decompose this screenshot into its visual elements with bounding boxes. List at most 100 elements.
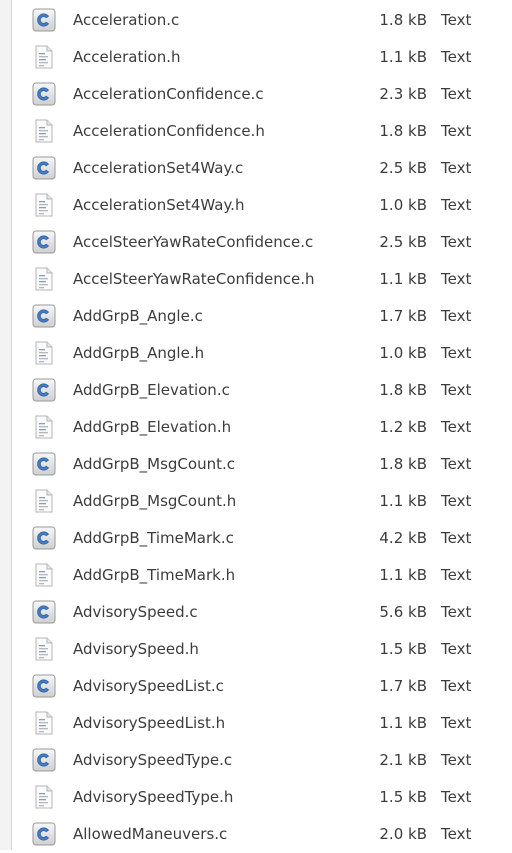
file-size: 2.3 kB xyxy=(379,85,427,103)
c-header-file-icon xyxy=(32,711,56,735)
file-row[interactable]: AccelerationConfidence.c 2.3 kB Text xyxy=(12,76,512,113)
file-name: AddGrpB_TimeMark.h xyxy=(73,566,236,584)
file-type: Text xyxy=(441,677,472,695)
c-source-file-icon xyxy=(32,526,56,550)
file-row[interactable]: AdvisorySpeedType.c 2.1 kB Text xyxy=(12,742,512,779)
file-size: 1.8 kB xyxy=(379,455,427,473)
file-size: 1.1 kB xyxy=(379,492,427,510)
file-row[interactable]: AddGrpB_MsgCount.h 1.1 kB Text xyxy=(12,483,512,520)
sidebar-edge xyxy=(0,0,11,850)
file-row[interactable]: Acceleration.c 1.8 kB Text xyxy=(12,2,512,39)
file-name: AdvisorySpeed.c xyxy=(73,603,198,621)
file-row[interactable]: AddGrpB_TimeMark.c 4.2 kB Text xyxy=(12,520,512,557)
file-type: Text xyxy=(441,751,472,769)
file-name: AdvisorySpeedType.c xyxy=(73,751,233,769)
file-row[interactable]: AddGrpB_TimeMark.h 1.1 kB Text xyxy=(12,557,512,594)
file-name: AdvisorySpeedList.c xyxy=(73,677,224,695)
file-row[interactable]: Acceleration.h 1.1 kB Text xyxy=(12,39,512,76)
file-row[interactable]: AdvisorySpeedType.h 1.5 kB Text xyxy=(12,779,512,816)
file-name: AdvisorySpeedType.h xyxy=(73,788,234,806)
file-type: Text xyxy=(441,48,472,66)
c-header-file-icon xyxy=(32,341,56,365)
file-name: AccelSteerYawRateConfidence.c xyxy=(73,233,314,251)
file-name: AccelerationConfidence.c xyxy=(73,85,264,103)
file-type: Text xyxy=(441,11,472,29)
c-source-file-icon xyxy=(32,452,56,476)
file-row[interactable]: AllowedManeuvers.c 2.0 kB Text xyxy=(12,816,512,853)
file-size: 1.0 kB xyxy=(379,344,427,362)
c-header-file-icon xyxy=(32,785,56,809)
file-type: Text xyxy=(441,307,472,325)
file-row[interactable]: AccelerationSet4Way.h 1.0 kB Text xyxy=(12,187,512,224)
file-row[interactable]: AdvisorySpeedList.c 1.7 kB Text xyxy=(12,668,512,705)
c-header-file-icon xyxy=(32,193,56,217)
file-type: Text xyxy=(441,196,472,214)
c-source-file-icon xyxy=(32,674,56,698)
file-row[interactable]: AddGrpB_Elevation.h 1.2 kB Text xyxy=(12,409,512,446)
file-name: AddGrpB_Angle.h xyxy=(73,344,205,362)
file-row[interactable]: AccelSteerYawRateConfidence.c 2.5 kB Text xyxy=(12,224,512,261)
file-name: AdvisorySpeed.h xyxy=(73,640,199,658)
file-size: 1.5 kB xyxy=(379,788,427,806)
file-size: 1.0 kB xyxy=(379,196,427,214)
file-name: AddGrpB_MsgCount.h xyxy=(73,492,237,510)
file-type: Text xyxy=(441,233,472,251)
file-name: AccelerationSet4Way.h xyxy=(73,196,245,214)
file-size: 1.2 kB xyxy=(379,418,427,436)
file-size: 2.0 kB xyxy=(379,825,427,843)
file-name: AccelSteerYawRateConfidence.h xyxy=(73,270,315,288)
c-header-file-icon xyxy=(32,45,56,69)
file-name: AddGrpB_TimeMark.c xyxy=(73,529,234,547)
file-row[interactable]: AdvisorySpeed.h 1.5 kB Text xyxy=(12,631,512,668)
file-row[interactable]: AddGrpB_MsgCount.c 1.8 kB Text xyxy=(12,446,512,483)
file-type: Text xyxy=(441,270,472,288)
file-size: 1.1 kB xyxy=(379,714,427,732)
file-name: AddGrpB_Angle.c xyxy=(73,307,203,325)
file-size: 5.6 kB xyxy=(379,603,427,621)
file-name: Acceleration.c xyxy=(73,11,180,29)
file-size: 1.7 kB xyxy=(379,677,427,695)
file-size: 1.7 kB xyxy=(379,307,427,325)
file-row[interactable]: AccelerationSet4Way.c 2.5 kB Text xyxy=(12,150,512,187)
file-row[interactable]: AdvisorySpeedList.h 1.1 kB Text xyxy=(12,705,512,742)
file-type: Text xyxy=(441,529,472,547)
file-list: Acceleration.c 1.8 kB Text Acceleration.h 1.… xyxy=(12,2,512,853)
file-size: 1.1 kB xyxy=(379,270,427,288)
c-source-file-icon xyxy=(32,748,56,772)
c-header-file-icon xyxy=(32,415,56,439)
file-size: 2.5 kB xyxy=(379,159,427,177)
file-row[interactable]: AddGrpB_Angle.c 1.7 kB Text xyxy=(12,298,512,335)
file-row[interactable]: AddGrpB_Elevation.c 1.8 kB Text xyxy=(12,372,512,409)
file-size: 1.8 kB xyxy=(379,11,427,29)
file-type: Text xyxy=(441,714,472,732)
file-type: Text xyxy=(441,603,472,621)
c-source-file-icon xyxy=(32,304,56,328)
file-type: Text xyxy=(441,122,472,140)
c-header-file-icon xyxy=(32,119,56,143)
c-source-file-icon xyxy=(32,156,56,180)
file-row[interactable]: AccelerationConfidence.h 1.8 kB Text xyxy=(12,113,512,150)
c-header-file-icon xyxy=(32,267,56,291)
c-source-file-icon xyxy=(32,82,56,106)
file-size: 2.5 kB xyxy=(379,233,427,251)
file-size: 1.8 kB xyxy=(379,381,427,399)
c-source-file-icon xyxy=(32,600,56,624)
file-type: Text xyxy=(441,455,472,473)
file-size: 1.5 kB xyxy=(379,640,427,658)
file-row[interactable]: AccelSteerYawRateConfidence.h 1.1 kB Text xyxy=(12,261,512,298)
file-name: AddGrpB_Elevation.c xyxy=(73,381,230,399)
file-type: Text xyxy=(441,418,472,436)
file-type: Text xyxy=(441,566,472,584)
file-name: Acceleration.h xyxy=(73,48,181,66)
file-name: AdvisorySpeedList.h xyxy=(73,714,226,732)
file-type: Text xyxy=(441,85,472,103)
file-type: Text xyxy=(441,381,472,399)
file-name: AddGrpB_Elevation.h xyxy=(73,418,232,436)
file-name: AccelerationConfidence.h xyxy=(73,122,265,140)
file-size: 4.2 kB xyxy=(379,529,427,547)
file-name: AccelerationSet4Way.c xyxy=(73,159,244,177)
file-row[interactable]: AdvisorySpeed.c 5.6 kB Text xyxy=(12,594,512,631)
file-row[interactable]: AddGrpB_Angle.h 1.0 kB Text xyxy=(12,335,512,372)
file-type: Text xyxy=(441,344,472,362)
file-type: Text xyxy=(441,640,472,658)
